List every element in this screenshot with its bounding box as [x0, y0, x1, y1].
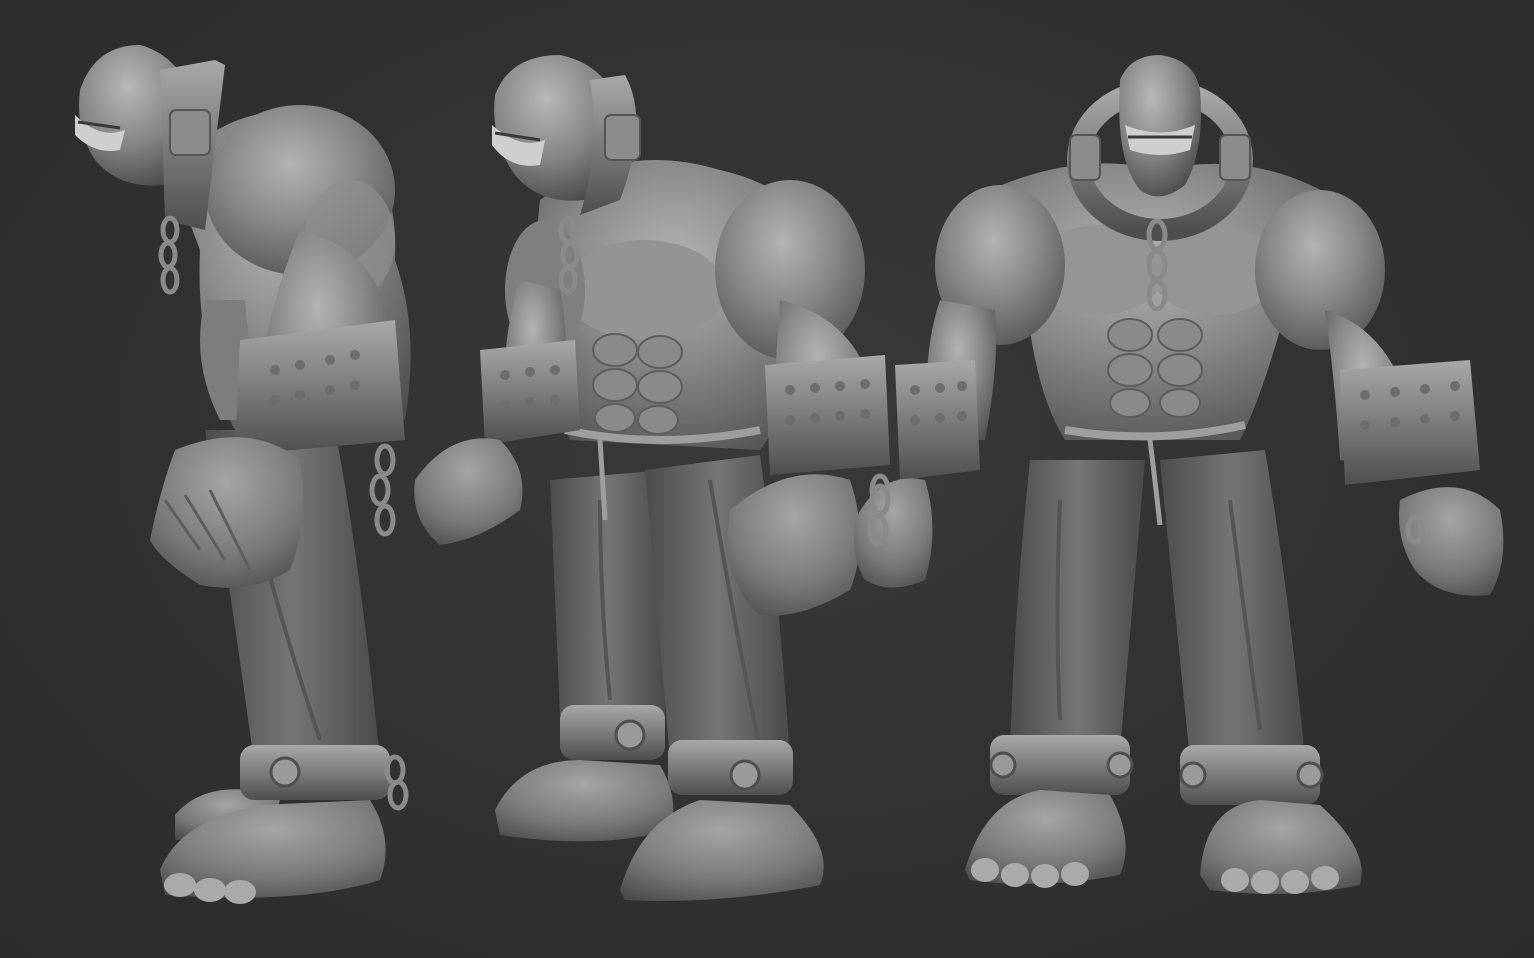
ogre-front-view [853, 55, 1504, 894]
sculpt-viewport [0, 0, 1534, 958]
ogre-three-quarter-view [414, 55, 893, 901]
sculpt-render [75, 45, 1504, 904]
ogre-side-view [75, 45, 411, 904]
